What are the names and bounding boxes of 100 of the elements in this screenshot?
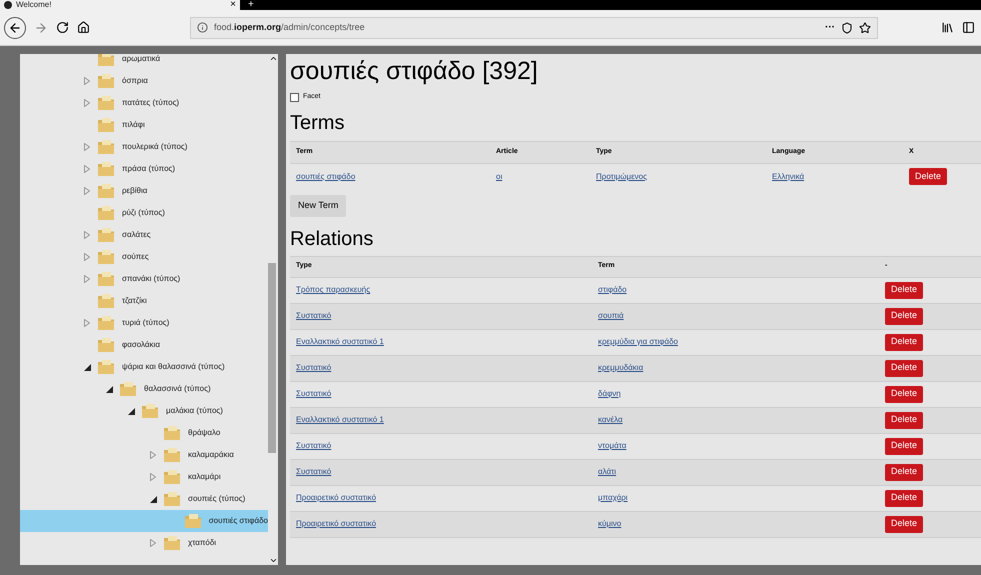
table-link[interactable]: Εναλλακτικό συστατικό 1	[296, 414, 384, 426]
folder-icon	[98, 140, 114, 154]
table-link[interactable]: Προαιρετικό συστατικό	[296, 518, 376, 530]
table-link[interactable]: αλάτι	[598, 466, 616, 478]
table-link[interactable]: κανέλα	[598, 414, 623, 426]
scrollbar[interactable]	[268, 54, 278, 565]
sidebar-icon[interactable]	[962, 21, 975, 34]
delete-button[interactable]: Delete	[885, 464, 924, 480]
tree-item-label[interactable]: σαλάτες	[122, 229, 151, 241]
tree-item-label[interactable]: πιλάφι	[122, 119, 145, 131]
library-icon[interactable]	[941, 21, 954, 34]
delete-button[interactable]: Delete	[885, 282, 924, 298]
info-icon	[197, 22, 208, 33]
collapse-arrow-icon[interactable]	[84, 364, 90, 370]
tree-item-label[interactable]: χταπόδι	[188, 537, 216, 549]
folder-icon	[164, 492, 180, 506]
table-link[interactable]: Συστατικό	[296, 440, 332, 452]
table-link[interactable]: κύμινο	[598, 518, 622, 530]
collapse-arrow-icon[interactable]	[150, 496, 156, 502]
scroll-down-icon[interactable]	[268, 556, 278, 565]
table-link[interactable]: Συστατικό	[296, 388, 332, 400]
tree-item-label[interactable]: πράσα (τύπος)	[122, 163, 176, 175]
table-link[interactable]: Ελληνικά	[772, 170, 804, 182]
relations-heading: Relations	[290, 226, 374, 250]
tree-item-label[interactable]: σουπιές στιφάδο	[208, 515, 268, 527]
tree-item-label[interactable]: τζατζίκι	[122, 295, 147, 307]
folder-icon	[98, 228, 114, 242]
url-text: food.ioperm.org/admin/concepts/tree	[214, 20, 365, 34]
tree-item-label[interactable]: θαλασσινά (τύπος)	[144, 383, 211, 395]
forward-button[interactable]	[34, 20, 48, 34]
table-link[interactable]: δάφνη	[598, 388, 621, 400]
collapse-arrow-icon[interactable]	[128, 408, 134, 414]
tree-item-label[interactable]: ψάρια και θαλασσινά (τύπος)	[122, 361, 225, 373]
delete-button[interactable]: Delete	[885, 386, 924, 402]
table-link[interactable]: κρεμμυδάκια	[598, 362, 644, 374]
delete-button[interactable]: Delete	[885, 412, 924, 428]
back-button[interactable]	[4, 16, 26, 38]
table-link[interactable]: οι	[496, 170, 502, 182]
folder-icon	[98, 316, 114, 330]
table-link[interactable]: Εναλλακτικό συστατικό 1	[296, 336, 384, 348]
new-term-button[interactable]: New Term	[290, 194, 346, 216]
page-actions-button[interactable]: ···	[825, 20, 835, 35]
delete-button[interactable]: Delete	[885, 308, 924, 324]
folder-icon	[98, 250, 114, 264]
tree-item-label[interactable]: καλαμάρι	[188, 471, 221, 483]
folder-icon	[184, 514, 201, 528]
folder-icon	[98, 294, 114, 308]
tree-item-label[interactable]: καλαμαράκια	[188, 449, 234, 461]
tree-item-label[interactable]: ρύζι (τύπος)	[122, 207, 165, 219]
delete-button[interactable]: Delete	[885, 438, 924, 454]
table-link[interactable]: Συστατικό	[296, 310, 332, 322]
delete-button[interactable]: Delete	[885, 334, 924, 350]
delete-button[interactable]: Delete	[909, 168, 948, 185]
folder-icon	[98, 206, 114, 220]
reload-button[interactable]	[56, 21, 69, 34]
home-button[interactable]	[77, 21, 90, 34]
tree-item-label[interactable]: σουπιές (τύπος)	[188, 493, 246, 505]
delete-button[interactable]: Delete	[885, 360, 924, 376]
table-link[interactable]: στιφάδο	[598, 284, 627, 296]
tree-item-label[interactable]: πατάτες (τύπος)	[122, 97, 180, 109]
browser-tab[interactable]: Welcome! ×	[0, 0, 240, 10]
tree-item-label[interactable]: σπανάκι (τύπος)	[122, 273, 180, 285]
table-link[interactable]: Προαιρετικό συστατικό	[296, 492, 376, 504]
tree-item-label[interactable]: φασολάκια	[122, 339, 160, 351]
terms-heading: Terms	[290, 110, 346, 134]
tree-item-label[interactable]: θράψαλο	[188, 427, 220, 439]
scroll-up-icon[interactable]	[268, 54, 278, 63]
new-tab-button[interactable]: +	[240, 0, 262, 10]
delete-button[interactable]: Delete	[885, 516, 924, 532]
tree-item-label[interactable]: αρωματικά	[122, 54, 160, 65]
delete-button[interactable]: Delete	[885, 490, 924, 506]
table-link[interactable]: ντομάτα	[598, 440, 626, 452]
table-link[interactable]: Συστατικό	[296, 466, 332, 478]
tree-item-label[interactable]: σούπες	[122, 251, 149, 263]
table-link[interactable]: σουπιές στιφάδο	[296, 170, 356, 182]
table-link[interactable]: μπαχάρι	[598, 492, 628, 504]
address-bar[interactable]: food.ioperm.org/admin/concepts/tree ···	[190, 16, 878, 38]
tree-item-label[interactable]: πουλερικά (τύπος)	[122, 141, 188, 153]
tree-item-label[interactable]: τυριά (τύπος)	[122, 317, 170, 329]
table-link[interactable]: Προτιμώμενος	[596, 170, 647, 182]
tree-item-label[interactable]: όσπρια	[122, 75, 148, 87]
folder-icon	[98, 162, 114, 176]
folder-icon	[98, 338, 114, 352]
table-link[interactable]: Τρόπος παρασκευής	[296, 284, 370, 296]
table-link[interactable]: Συστατικό	[296, 362, 332, 374]
facet-checkbox[interactable]	[290, 92, 299, 102]
folder-icon	[164, 448, 180, 462]
folder-icon	[98, 360, 114, 374]
folder-icon	[98, 54, 114, 66]
close-tab-button[interactable]: ×	[230, 0, 236, 10]
table-link[interactable]: κρεμμύδια για στιφάδο	[598, 336, 678, 348]
collapse-arrow-icon[interactable]	[106, 386, 112, 392]
tree-item-label[interactable]: μαλάκια (τύπος)	[166, 405, 223, 417]
tree-item-label[interactable]: ρεβίθια	[122, 185, 148, 197]
folder-icon	[164, 470, 180, 484]
table-link[interactable]: σουπιά	[598, 310, 624, 322]
concept-title: σουπιές στιφάδο [392]	[290, 56, 539, 86]
pocket-icon[interactable]	[841, 22, 853, 34]
bookmark-star-icon[interactable]	[859, 22, 871, 34]
selected-tree-row[interactable]: σουπιές στιφάδο	[20, 510, 268, 532]
